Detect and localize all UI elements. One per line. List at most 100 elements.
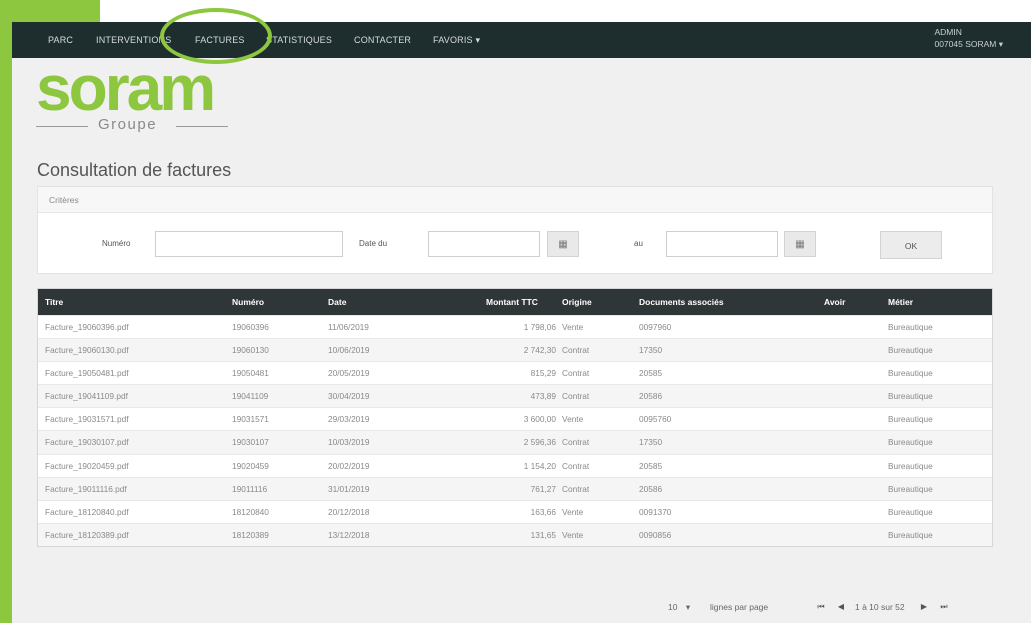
- col-montant[interactable]: Montant TTC: [486, 289, 538, 315]
- col-titre[interactable]: Titre: [45, 289, 63, 315]
- cell-documents: 17350: [639, 437, 663, 448]
- cell-numero: 18120840: [232, 506, 269, 517]
- table-row[interactable]: Facture_18120389.pdf 18120389 13/12/2018 13…: [38, 522, 992, 546]
- cell-date: 31/01/2019: [328, 483, 370, 494]
- cell-numero: 19020459: [232, 460, 269, 471]
- soram-logo: soram Groupe: [36, 56, 236, 146]
- invoices-table: Titre Numéro Date Montant TTC Origine Do…: [37, 288, 993, 547]
- cell-date: 13/12/2018: [328, 529, 370, 540]
- date-to-label: au: [634, 239, 643, 248]
- calendar-icon: ▦: [558, 239, 568, 250]
- per-page-select[interactable]: 10 ▾: [668, 597, 690, 617]
- brand-accent-bar: [0, 0, 12, 623]
- cell-origine: Contrat: [562, 437, 590, 448]
- numero-input[interactable]: [155, 231, 343, 257]
- cell-montant: 2 742,30: [523, 345, 556, 356]
- table-row[interactable]: Facture_19031571.pdf 19031571 29/03/2019 3 …: [38, 407, 992, 430]
- nav-contacter[interactable]: CONTACTER: [354, 22, 411, 58]
- cell-date: 10/03/2019: [328, 437, 370, 448]
- calendar-icon: ▦: [795, 239, 805, 250]
- cell-titre[interactable]: Facture_19030107.pdf: [45, 431, 129, 453]
- date-from-input[interactable]: [428, 231, 540, 257]
- cell-metier: Bureautique: [888, 414, 933, 425]
- cell-montant: 163,66: [530, 506, 556, 517]
- table-row[interactable]: Facture_18120840.pdf 18120840 20/12/2018 16…: [38, 499, 992, 523]
- table-header: Titre Numéro Date Montant TTC Origine Do…: [38, 289, 992, 315]
- cell-origine: Contrat: [562, 483, 590, 494]
- cell-metier: Bureautique: [888, 483, 933, 494]
- cell-metier: Bureautique: [888, 368, 933, 379]
- cell-titre[interactable]: Facture_19050481.pdf: [45, 362, 129, 384]
- logo-subtitle: Groupe: [98, 116, 158, 133]
- table-row[interactable]: Facture_19050481.pdf 19050481 20/05/2019 81…: [38, 361, 992, 384]
- cell-date: 29/03/2019: [328, 414, 370, 425]
- cell-documents: 20585: [639, 460, 663, 471]
- cell-origine: Contrat: [562, 368, 590, 379]
- col-date[interactable]: Date: [328, 289, 346, 315]
- cell-documents: 0091370: [639, 506, 672, 517]
- table-row[interactable]: Facture_19041109.pdf 19041109 30/04/2019 47…: [38, 384, 992, 408]
- table-row[interactable]: Facture_19060130.pdf 19060130 10/06/2019 2 …: [38, 338, 992, 362]
- cell-titre[interactable]: Facture_19060130.pdf: [45, 339, 129, 361]
- cell-montant: 131,65: [530, 529, 556, 540]
- last-page-button[interactable]: ⏭: [936, 597, 952, 617]
- col-numero[interactable]: Numéro: [232, 289, 264, 315]
- table-row[interactable]: Facture_19011116.pdf 19011116 31/01/2019 76…: [38, 476, 992, 500]
- cell-titre[interactable]: Facture_18120389.pdf: [45, 524, 129, 546]
- next-page-button[interactable]: ▶: [916, 597, 932, 617]
- cell-titre[interactable]: Facture_19031571.pdf: [45, 408, 129, 430]
- page-title: Consultation de factures: [37, 160, 232, 180]
- cell-titre[interactable]: Facture_19020459.pdf: [45, 455, 129, 477]
- per-page-label: lignes par page: [710, 602, 769, 612]
- table-body: Facture_19060396.pdf 19060396 11/06/2019 1 …: [38, 315, 992, 546]
- cell-montant: 1 798,06: [523, 322, 556, 332]
- cell-date: 20/12/2018: [328, 506, 370, 517]
- col-documents[interactable]: Documents associés: [639, 289, 724, 315]
- prev-page-button[interactable]: ◀: [833, 597, 849, 617]
- cell-documents: 20586: [639, 391, 663, 402]
- chevron-down-icon: ▾: [685, 602, 691, 612]
- cell-numero: 19030107: [232, 437, 269, 448]
- first-page-button[interactable]: ⏮: [813, 597, 829, 617]
- user-account: 007045 SORAM ▾: [934, 39, 1003, 49]
- cell-metier: Bureautique: [888, 391, 933, 402]
- cell-numero: 19041109: [232, 391, 269, 402]
- cell-titre[interactable]: Facture_19041109.pdf: [45, 385, 128, 407]
- cell-titre[interactable]: Facture_19060396.pdf: [45, 316, 129, 338]
- cell-metier: Bureautique: [888, 437, 933, 448]
- cell-date: 30/04/2019: [328, 391, 370, 402]
- user-menu[interactable]: ADMIN 007045 SORAM ▾: [934, 26, 1003, 50]
- nav-favoris-dropdown[interactable]: FAVORIS ▾: [433, 22, 480, 58]
- logo-divider-left: [36, 126, 88, 127]
- cell-numero: 19060396: [232, 322, 269, 332]
- logo-wordmark: soram: [36, 52, 216, 124]
- user-role: ADMIN: [934, 27, 962, 37]
- table-row[interactable]: Facture_19060396.pdf 19060396 11/06/2019 1 …: [38, 315, 992, 338]
- cell-documents: 17350: [639, 345, 663, 356]
- cell-titre[interactable]: Facture_18120840.pdf: [45, 501, 129, 523]
- cell-documents: 0097960: [639, 322, 672, 332]
- col-metier[interactable]: Métier: [888, 289, 913, 315]
- ok-button[interactable]: OK: [880, 231, 942, 259]
- cell-numero: 19050481: [232, 368, 269, 379]
- cell-date: 20/05/2019: [328, 368, 370, 379]
- cell-origine: Contrat: [562, 460, 590, 471]
- cell-numero: 19011116: [232, 483, 268, 494]
- cell-numero: 19060130: [232, 345, 269, 356]
- top-strip: [100, 0, 1031, 22]
- cell-documents: 20585: [639, 368, 663, 379]
- cell-documents: 0090856: [639, 529, 672, 540]
- table-row[interactable]: Facture_19030107.pdf 19030107 10/03/2019 2 …: [38, 430, 992, 454]
- cell-origine: Contrat: [562, 345, 590, 356]
- date-from-calendar-button[interactable]: ▦: [547, 231, 579, 257]
- table-row[interactable]: Facture_19020459.pdf 19020459 20/02/2019 1 …: [38, 453, 992, 477]
- date-to-input[interactable]: [666, 231, 778, 257]
- cell-titre[interactable]: Facture_19011116.pdf: [45, 478, 127, 500]
- date-to-calendar-button[interactable]: ▦: [784, 231, 816, 257]
- nav-statistiques[interactable]: STATISTIQUES: [266, 22, 332, 58]
- cell-metier: Bureautique: [888, 322, 933, 332]
- col-origine[interactable]: Origine: [562, 289, 592, 315]
- col-avoir[interactable]: Avoir: [824, 289, 845, 315]
- cell-numero: 19031571: [232, 414, 269, 425]
- cell-montant: 761,27: [530, 483, 556, 494]
